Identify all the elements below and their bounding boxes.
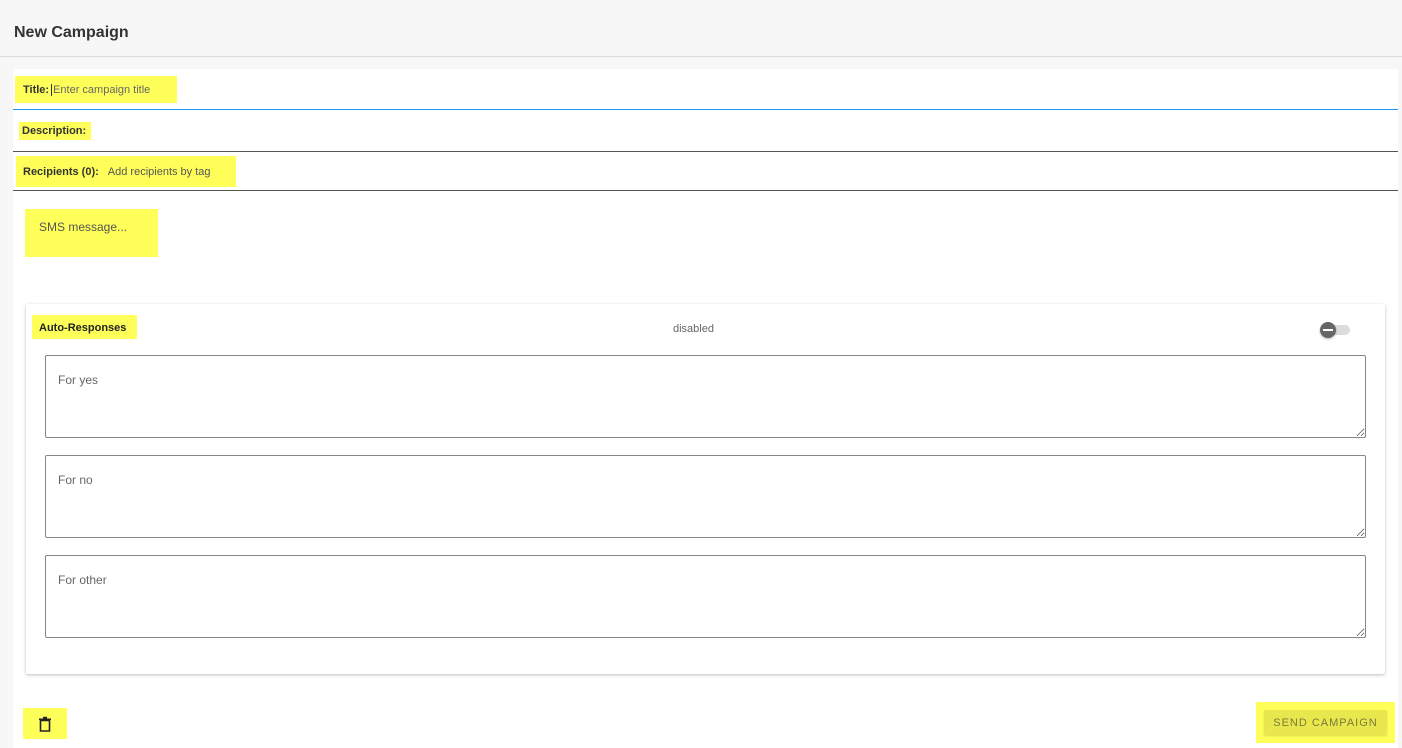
title-field: Title: bbox=[15, 76, 177, 103]
description-row[interactable]: Description: bbox=[13, 110, 1398, 152]
title-row: Title: bbox=[13, 69, 1398, 110]
title-input[interactable] bbox=[51, 83, 172, 96]
response-no-box bbox=[45, 455, 1366, 538]
page-title: New Campaign bbox=[14, 24, 129, 41]
description-label: Description: bbox=[22, 125, 87, 137]
auto-responses-status: disabled bbox=[673, 323, 714, 335]
recipients-row: Recipients (0): bbox=[13, 152, 1398, 191]
response-other-input[interactable] bbox=[46, 556, 1365, 637]
send-button-wrap: SEND CAMPAIGN bbox=[1256, 702, 1395, 743]
sms-message-input[interactable]: SMS message... bbox=[25, 209, 158, 257]
campaign-form: Title: Description: Recipients (0): SMS … bbox=[13, 69, 1398, 748]
response-yes-input[interactable] bbox=[46, 356, 1365, 437]
response-other-box bbox=[45, 555, 1366, 638]
response-no-input[interactable] bbox=[46, 456, 1365, 537]
description-field: Description: bbox=[19, 122, 91, 140]
auto-responses-panel: Auto-Responses disabled bbox=[26, 304, 1385, 674]
app-header: New Campaign bbox=[0, 0, 1402, 57]
recipients-label: Recipients (0): bbox=[23, 165, 99, 178]
title-label: Title: bbox=[23, 83, 50, 96]
send-campaign-button[interactable]: SEND CAMPAIGN bbox=[1264, 710, 1387, 735]
auto-responses-toggle[interactable] bbox=[1320, 322, 1352, 338]
response-yes-box bbox=[45, 355, 1366, 438]
recipients-input[interactable] bbox=[107, 165, 223, 178]
recipients-field: Recipients (0): bbox=[16, 156, 236, 187]
trash-icon bbox=[39, 716, 51, 732]
auto-responses-title: Auto-Responses bbox=[32, 315, 137, 339]
delete-button[interactable] bbox=[23, 708, 67, 739]
toggle-knob bbox=[1320, 322, 1336, 338]
